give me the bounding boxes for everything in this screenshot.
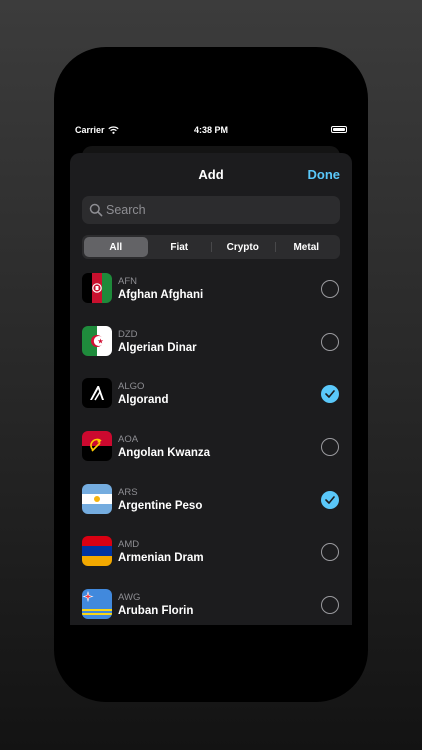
status-bar: Carrier 4:38 PM	[54, 121, 368, 139]
currency-name: Aruban Florin	[118, 605, 194, 618]
sheet-header: Add Done	[70, 153, 352, 195]
segment-fiat[interactable]: Fiat	[148, 237, 212, 257]
argentina-flag-icon	[82, 483, 112, 514]
filter-segmented-control: All Fiat Crypto Metal	[82, 235, 340, 259]
currency-code: AWG	[118, 592, 141, 604]
select-circle-checked[interactable]	[321, 490, 339, 509]
currency-code: AMD	[118, 539, 140, 551]
done-button[interactable]: Done	[308, 167, 341, 182]
select-circle[interactable]	[321, 543, 339, 562]
afghanistan-flag-icon	[82, 273, 112, 303]
segment-crypto[interactable]: Crypto	[211, 237, 275, 257]
select-circle-checked[interactable]	[321, 385, 339, 404]
armenia-flag-icon	[82, 536, 112, 567]
currency-code: AOA	[118, 434, 139, 446]
add-currency-sheet: Add Done All Fiat Crypto Metal	[70, 153, 352, 625]
currency-row-dzd[interactable]: DZD Algerian Dinar	[70, 317, 352, 370]
currency-row-awg[interactable]: AWG Aruban Florin	[70, 580, 352, 625]
currency-code: DZD	[118, 328, 138, 340]
algeria-flag-icon	[82, 325, 112, 356]
angola-flag-icon	[82, 431, 112, 462]
currency-name: Angolan Kwanza	[118, 447, 211, 460]
aruba-flag-icon	[82, 589, 112, 620]
select-circle[interactable]	[321, 332, 339, 351]
algorand-logo-icon	[82, 378, 112, 409]
currency-name: Argentine Peso	[118, 499, 203, 512]
select-circle[interactable]	[321, 280, 339, 298]
checkmark-icon	[325, 495, 335, 504]
search-input[interactable]	[106, 203, 326, 217]
currency-name: Afghan Afghani	[118, 289, 204, 301]
currency-list: AFN Afghan Afghani DZD Algerian Dinar AL…	[70, 264, 352, 625]
currency-code: AFN	[118, 276, 137, 287]
select-circle[interactable]	[321, 596, 339, 615]
search-icon	[89, 203, 103, 217]
currency-row-afn[interactable]: AFN Afghan Afghani	[70, 264, 352, 317]
currency-name: Armenian Dram	[118, 552, 204, 565]
select-circle[interactable]	[321, 438, 339, 457]
search-bar[interactable]	[82, 196, 340, 224]
currency-row-algo[interactable]: ALGO Algorand	[70, 369, 352, 422]
currency-row-amd[interactable]: AMD Armenian Dram	[70, 527, 352, 580]
currency-row-ars[interactable]: ARS Argentine Peso	[70, 475, 352, 528]
segment-metal[interactable]: Metal	[274, 237, 339, 257]
currency-name: Algorand	[118, 394, 169, 407]
segment-all[interactable]: All	[84, 237, 148, 257]
currency-row-aoa[interactable]: AOA Angolan Kwanza	[70, 422, 352, 475]
status-time: 4:38 PM	[193, 125, 228, 135]
currency-name: Algerian Dinar	[118, 341, 197, 354]
currency-code: ARS	[118, 486, 138, 498]
battery-icon	[331, 126, 347, 133]
checkmark-icon	[325, 390, 335, 399]
phone-frame: Carrier 4:38 PM Add Done All Fiat Cryp	[54, 47, 368, 702]
currency-code: ALGO	[118, 381, 145, 393]
